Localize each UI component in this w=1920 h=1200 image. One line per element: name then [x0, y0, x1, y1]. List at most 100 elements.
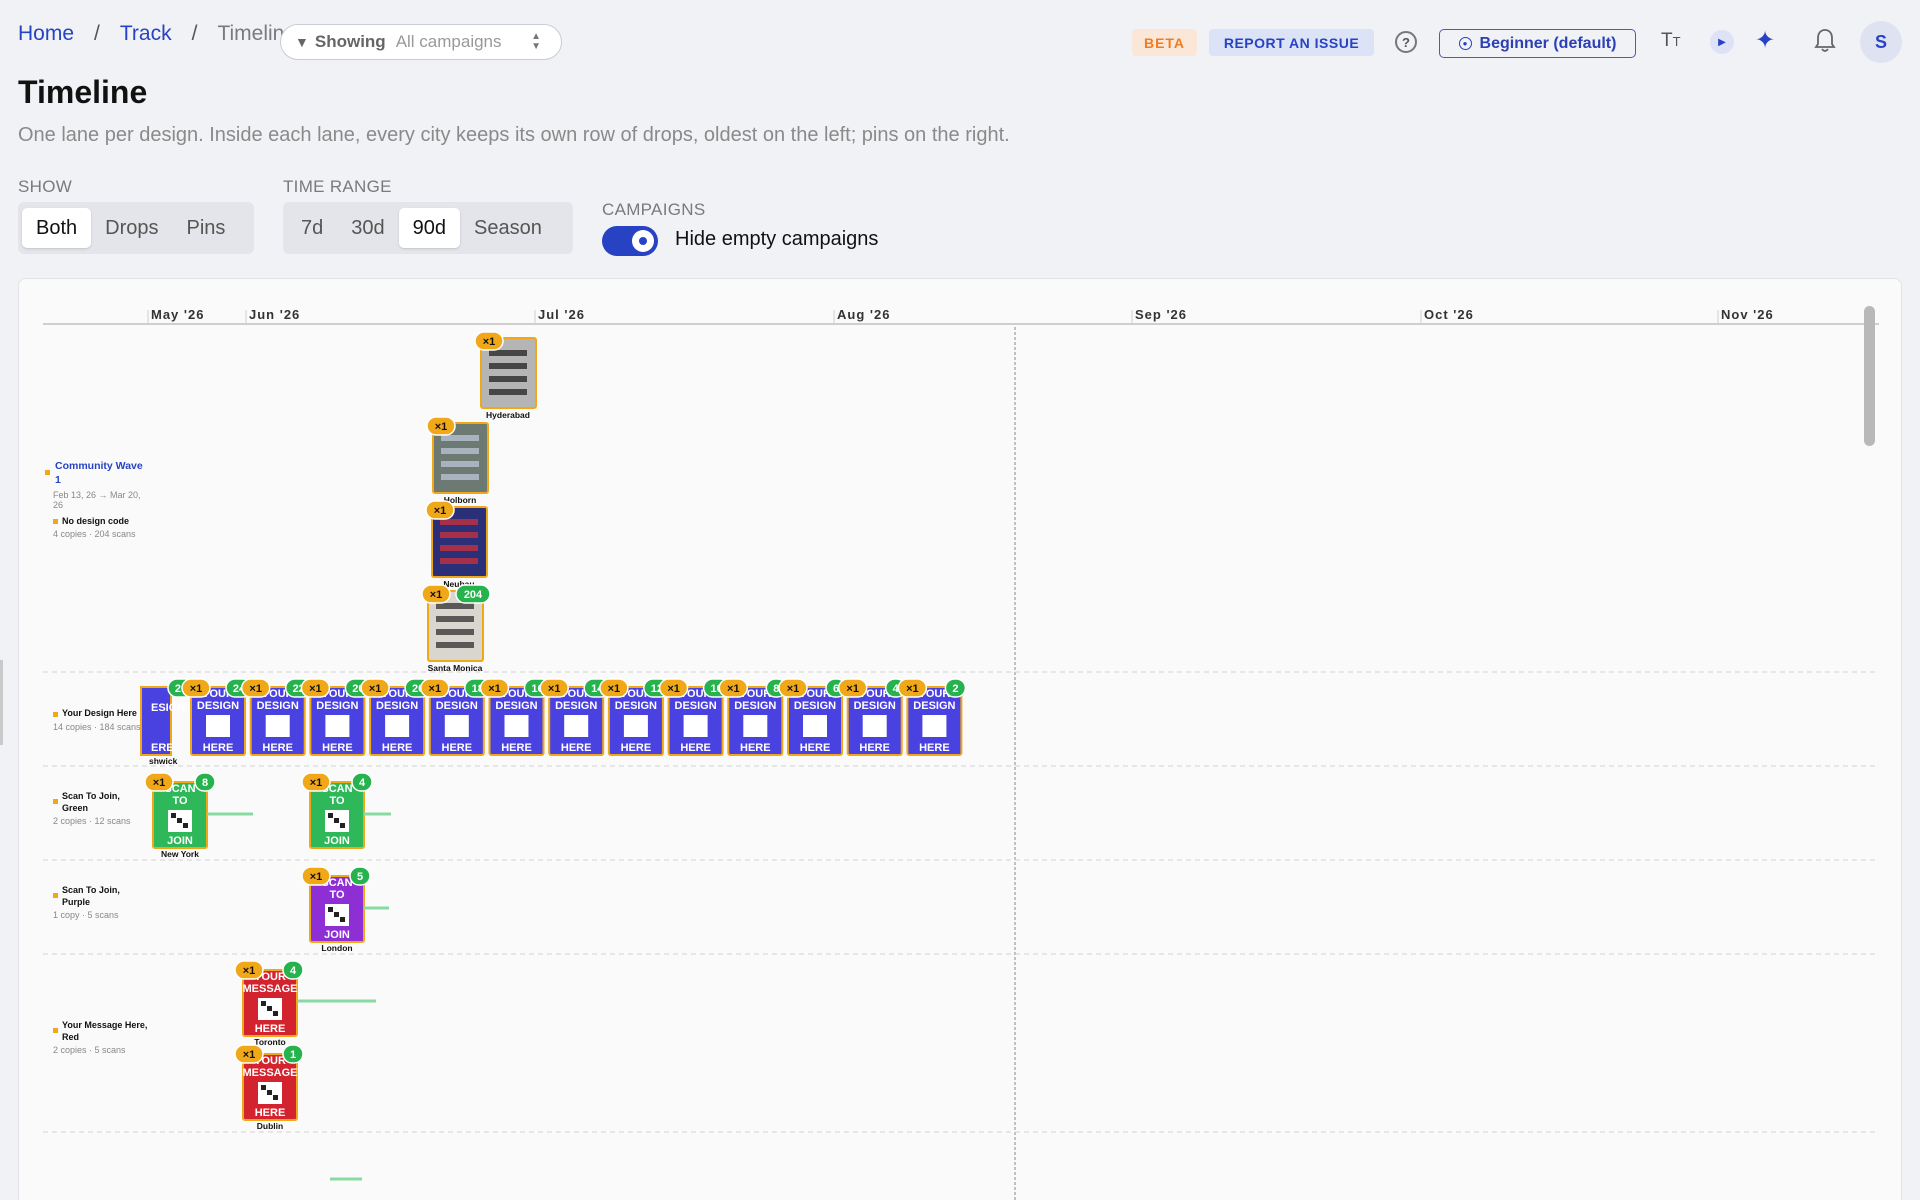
lane-dot — [53, 712, 58, 717]
timeline-scrollbar[interactable] — [1864, 306, 1875, 446]
poster-text: ERE — [151, 742, 174, 754]
thumbnail-detail — [436, 629, 474, 635]
page-title: Timeline — [18, 74, 148, 110]
thumbnail-detail — [440, 558, 478, 564]
drop-city-label: Dublin — [257, 1121, 283, 1131]
qr-module — [267, 1006, 272, 1011]
breadcrumb-home-link[interactable]: Home — [18, 22, 74, 46]
poster-text: HERE — [203, 742, 234, 754]
show-option-both[interactable]: Both — [22, 208, 92, 248]
poster-blank — [265, 715, 290, 737]
lane-stats: 4 copies · 204 scans — [53, 529, 136, 539]
poster-text: DESIGN — [615, 700, 657, 712]
ai-sparkle-icon[interactable]: ✦ — [1755, 26, 1775, 55]
copies-badge-text: ×1 — [906, 683, 919, 695]
poster-blank — [564, 715, 589, 737]
poster-blank — [743, 715, 768, 737]
qr-module — [328, 813, 333, 818]
range-option-7d[interactable]: 7d — [287, 208, 337, 248]
copies-badge-text: ×1 — [309, 683, 322, 695]
copies-badge-text: ×1 — [369, 683, 382, 695]
poster-blank — [325, 715, 350, 737]
month-label: Jul '26 — [538, 307, 585, 322]
hide-empty-campaigns-label: Hide empty campaigns — [675, 228, 879, 250]
month-label: Sep '26 — [1135, 307, 1187, 322]
thumbnail-detail — [436, 642, 474, 648]
poster-text: DESIGN — [734, 700, 776, 712]
drop-city-label: Hyderabad — [486, 410, 530, 420]
poster-text: DESIGN — [495, 700, 537, 712]
copies-badge-text: ×1 — [787, 683, 800, 695]
drop-city-label: Santa Monica — [428, 663, 483, 673]
copies-badge-text: ×1 — [310, 777, 323, 789]
lane-title: Green — [62, 803, 88, 813]
poster-text: DESIGN — [794, 700, 836, 712]
poster-text: HERE — [322, 742, 353, 754]
lane-title: Red — [62, 1032, 79, 1042]
show-option-pins[interactable]: Pins — [173, 208, 240, 248]
drop-city-label: London — [321, 943, 352, 953]
copies-badge-text: ×1 — [243, 1049, 256, 1061]
notifications-bell-icon[interactable] — [1813, 28, 1837, 54]
qr-module — [177, 818, 182, 823]
poster-text: MESSAGE — [242, 983, 297, 995]
poster-blank — [683, 715, 708, 737]
poster-text: HERE — [680, 742, 711, 754]
qr-module — [171, 813, 176, 818]
poster-blank — [623, 715, 648, 737]
toggle-knob — [632, 230, 654, 252]
qr-module — [340, 917, 345, 922]
poster-text: DESIGN — [197, 700, 239, 712]
qr-module — [183, 823, 188, 828]
poster-text: TO — [329, 889, 345, 901]
breadcrumb-separator: / — [191, 22, 198, 45]
poster-blank — [862, 715, 887, 737]
left-edge-handle[interactable] — [0, 660, 3, 745]
poster-text: DESIGN — [376, 700, 418, 712]
lane-dot — [53, 893, 58, 898]
poster-blank — [922, 715, 947, 737]
copies-badge-text: ×1 — [435, 421, 448, 433]
hide-empty-campaigns-toggle[interactable] — [602, 226, 658, 256]
user-avatar[interactable]: S — [1860, 21, 1902, 63]
month-label: Jun '26 — [249, 307, 300, 322]
filter-icon: ▼ — [295, 34, 309, 50]
scans-badge-text: 5 — [357, 871, 363, 883]
lane-dot — [53, 799, 58, 804]
range-option-30d[interactable]: 30d — [337, 208, 398, 248]
qr-module — [273, 1011, 278, 1016]
poster-text: DESIGN — [913, 700, 955, 712]
lane-title: 1 — [55, 474, 61, 486]
poster-text: HERE — [621, 742, 652, 754]
scans-badge-text: 2 — [952, 683, 958, 695]
copies-badge-text: ×1 — [608, 683, 621, 695]
poster-text: JOIN — [324, 929, 350, 941]
lane-stats: 2 copies · 5 scans — [53, 1045, 126, 1055]
thumbnail-detail — [489, 350, 527, 356]
breadcrumb-track-link[interactable]: Track — [120, 22, 172, 46]
breadcrumb: Home / Track / Timeline — [18, 22, 296, 46]
poster-text: HERE — [262, 742, 293, 754]
poster-text: DESIGN — [854, 700, 896, 712]
text-size-icon[interactable]: TT — [1661, 30, 1681, 52]
copies-badge-text: ×1 — [430, 589, 443, 601]
lane-title: Scan To Join, — [62, 885, 120, 895]
poster-text: HERE — [255, 1107, 286, 1119]
lane-title: Your Design Here — [62, 708, 137, 718]
campaign-filter-select[interactable]: ▼ Showing All campaigns ▲ ▼ — [280, 24, 562, 60]
play-tour-icon[interactable]: ▶ — [1710, 30, 1734, 54]
poster-blank — [444, 715, 469, 737]
campaigns-label: CAMPAIGNS — [602, 200, 706, 219]
experience-level-button[interactable]: ● Beginner (default) — [1439, 29, 1636, 58]
thumbnail-detail — [489, 389, 527, 395]
qr-module — [334, 912, 339, 917]
range-option-90d[interactable]: 90d — [398, 208, 460, 248]
month-label: May '26 — [151, 307, 204, 322]
report-issue-button[interactable]: REPORT AN ISSUE — [1209, 29, 1374, 56]
help-icon[interactable]: ? — [1395, 31, 1417, 53]
copies-badge-text: ×1 — [153, 777, 166, 789]
poster-text: HERE — [740, 742, 771, 754]
show-option-drops[interactable]: Drops — [91, 208, 172, 248]
lane-stats: 14 copies · 184 scans — [53, 722, 141, 732]
range-option-season[interactable]: Season — [460, 208, 556, 248]
